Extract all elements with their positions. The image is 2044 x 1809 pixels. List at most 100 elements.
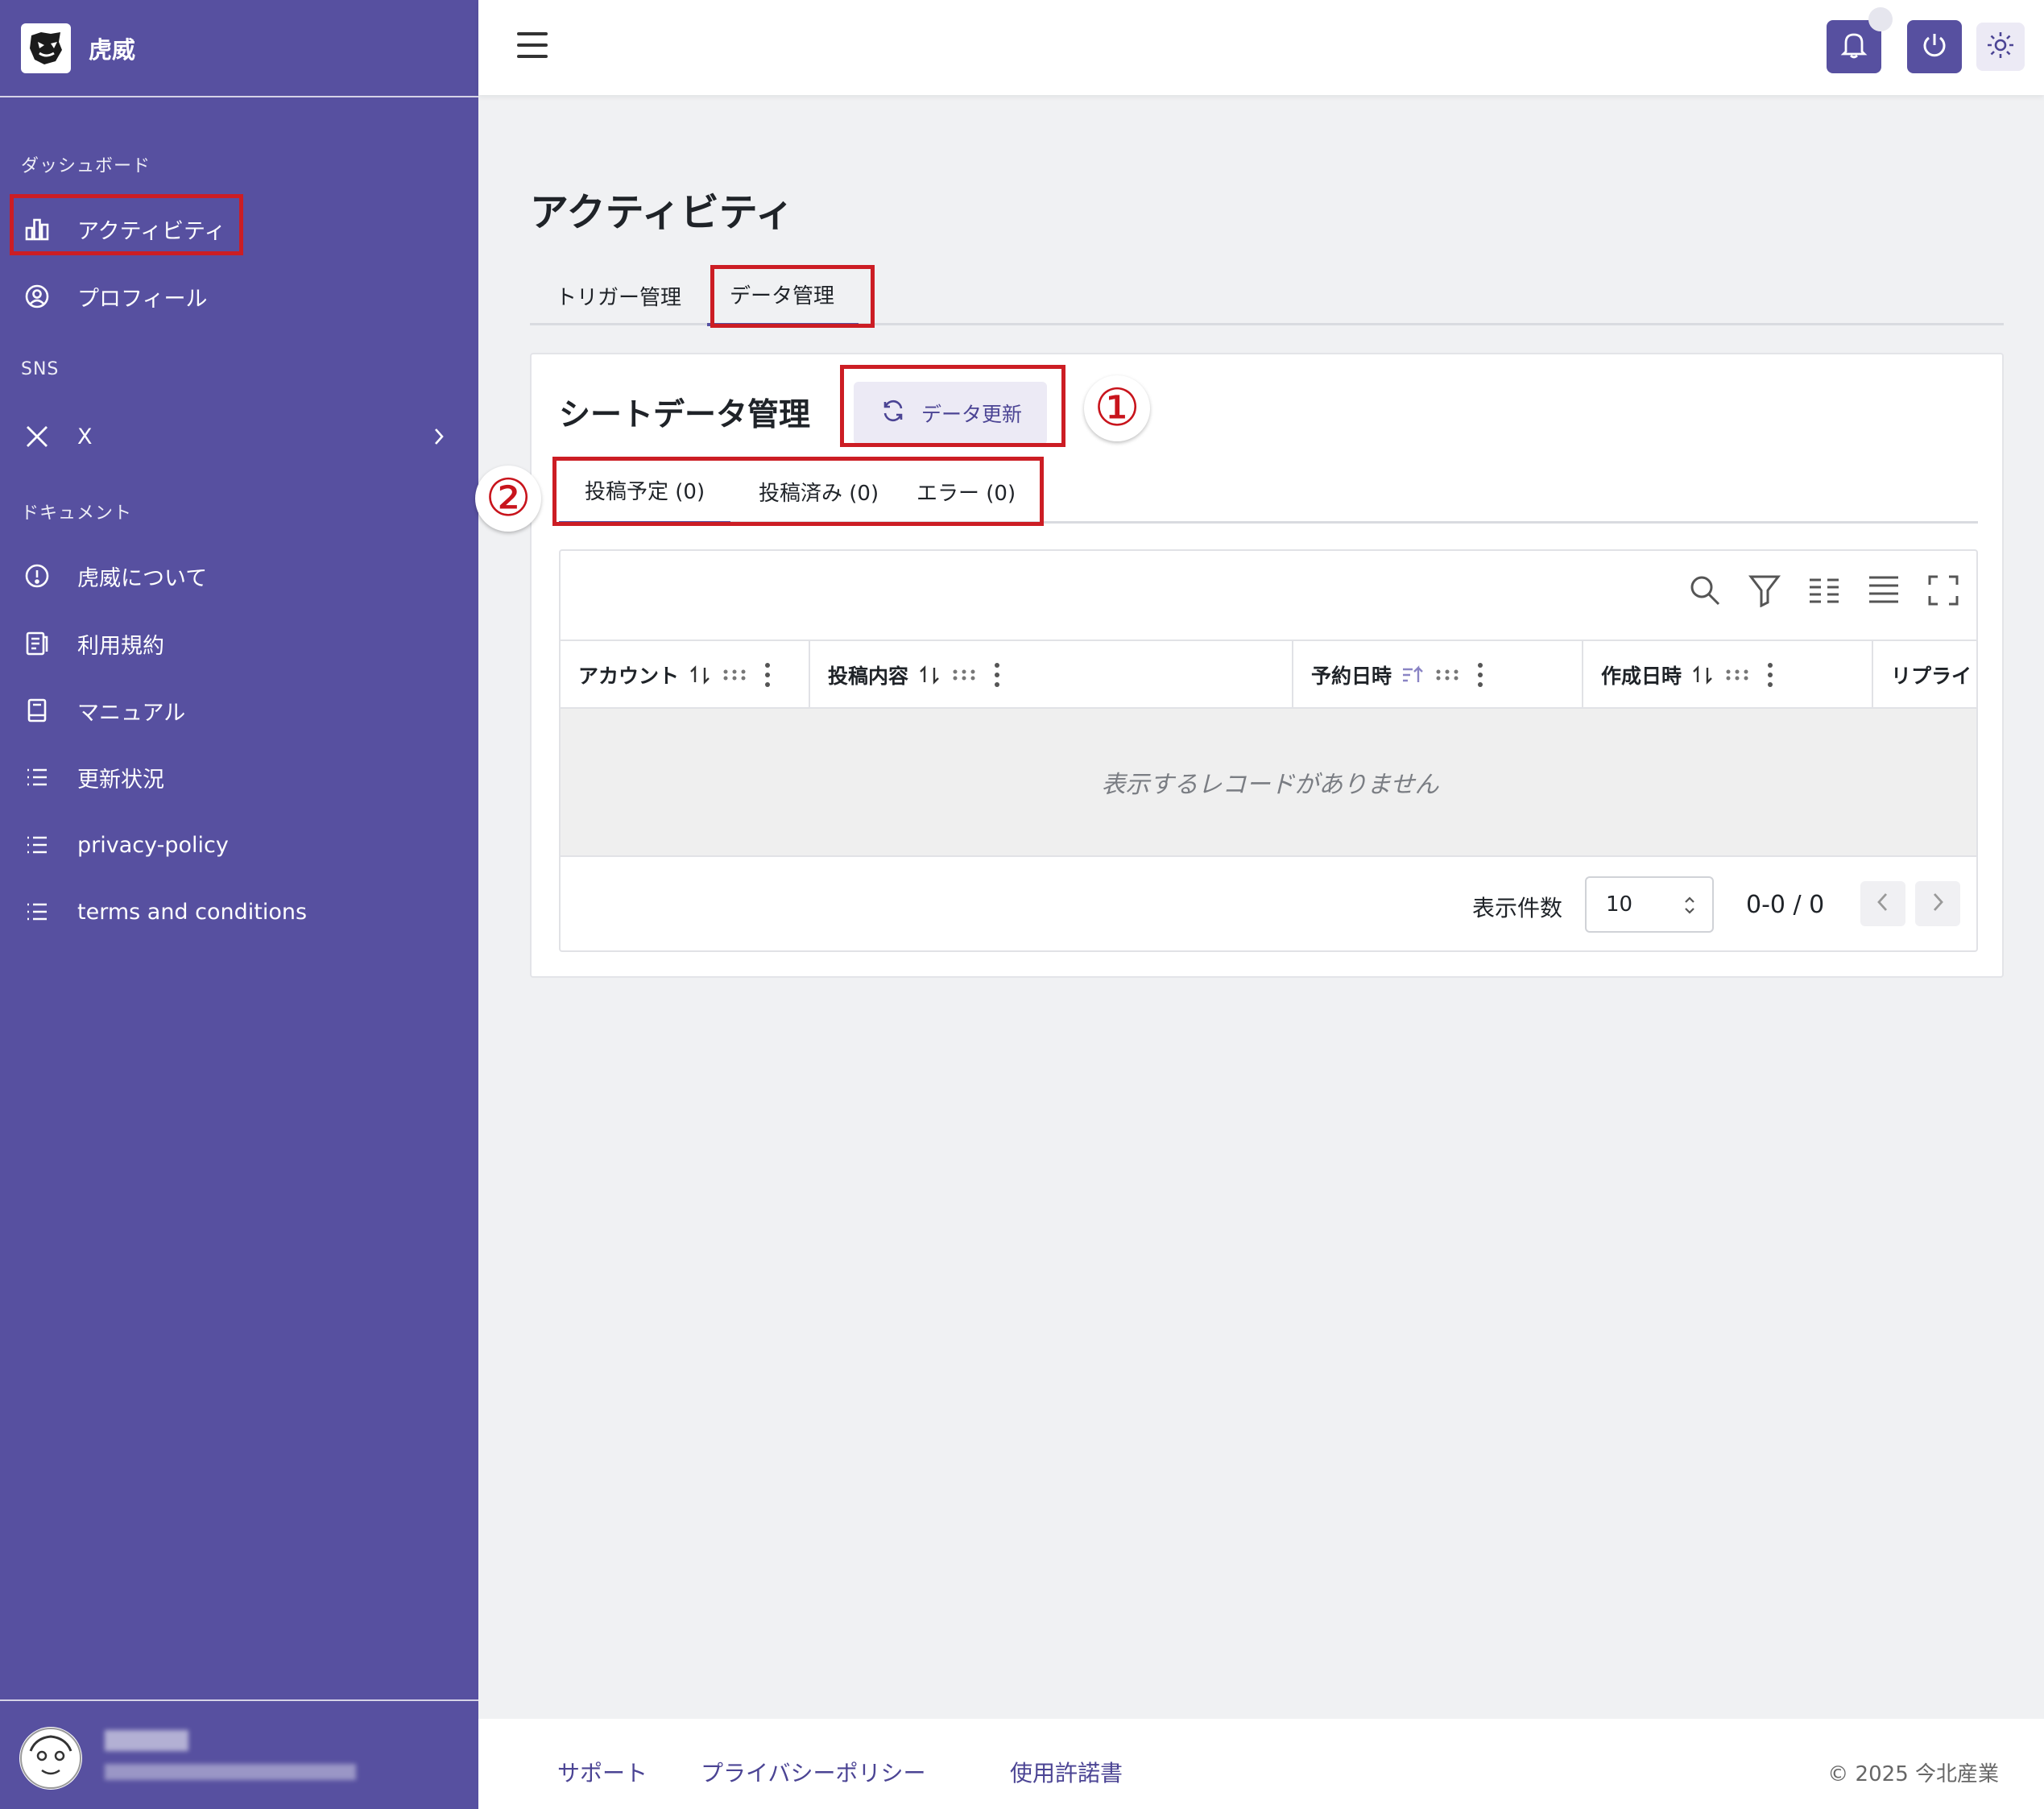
- username-redacted: [105, 1730, 188, 1751]
- sidebar-item-label: マニュアル: [77, 700, 186, 726]
- annotation-box-data-tab: [710, 265, 875, 328]
- filter-icon[interactable]: [1748, 572, 1781, 609]
- column-scheduled-time[interactable]: 予約日時: [1293, 641, 1583, 709]
- section-dashboard: ダッシュボード: [21, 156, 151, 176]
- density-icon[interactable]: [1867, 572, 1901, 609]
- card-title: シートデータ管理: [559, 397, 811, 433]
- footer-link-support[interactable]: サポート: [557, 1756, 648, 1788]
- sun-icon: [1985, 30, 2016, 64]
- rows-per-page-select[interactable]: 10: [1585, 876, 1714, 933]
- column-label: 予約日時: [1311, 664, 1392, 688]
- select-arrows-icon: [1683, 894, 1696, 922]
- list-icon: [23, 830, 52, 859]
- column-menu-icon[interactable]: [1477, 662, 1483, 688]
- sidebar-user[interactable]: [0, 1699, 478, 1809]
- x-logo-icon: [23, 422, 52, 451]
- annotation-box-status-tabs: [552, 457, 1044, 526]
- column-label: リプライ: [1891, 664, 1972, 688]
- document-text-icon: [23, 629, 52, 658]
- bell-icon: [1840, 31, 1868, 63]
- sidebar-item-profile[interactable]: プロフィール: [11, 268, 467, 325]
- sort-ascending-icon[interactable]: [1401, 664, 1424, 685]
- chevron-right-icon: [1930, 891, 1946, 917]
- column-menu-icon[interactable]: [764, 662, 771, 688]
- drag-handle-icon[interactable]: [1435, 669, 1459, 681]
- user-circle-icon: [23, 282, 52, 311]
- table-toolbar: [1688, 572, 1960, 612]
- avatar: [19, 1727, 82, 1790]
- hamburger-menu-icon[interactable]: [517, 32, 548, 58]
- previous-page-button[interactable]: [1860, 881, 1905, 926]
- sidebar-item-label: privacy-policy: [77, 832, 229, 858]
- annotation-badge-1: ①: [1084, 375, 1150, 441]
- columns-icon[interactable]: [1807, 572, 1841, 609]
- top-bar: [478, 0, 2044, 95]
- sidebar-item-terms[interactable]: 利用規約: [11, 615, 467, 672]
- sort-icon[interactable]: [918, 664, 941, 685]
- notifications-button[interactable]: [1827, 7, 1893, 73]
- rows-per-page-value: 10: [1606, 892, 1633, 917]
- sidebar-item-updates[interactable]: 更新状況: [11, 749, 467, 805]
- section-sns: SNS: [21, 359, 60, 379]
- page-title: アクティビティ: [530, 190, 794, 235]
- fullscreen-icon[interactable]: [1926, 572, 1960, 609]
- footer-link-license[interactable]: 使用許諾書: [1010, 1756, 1123, 1788]
- brand[interactable]: 虎威: [0, 0, 478, 97]
- column-label: 投稿内容: [828, 664, 909, 688]
- drag-handle-icon[interactable]: [952, 669, 976, 681]
- rows-per-page-label: 表示件数: [1472, 895, 1563, 921]
- column-created-time[interactable]: 作成日時: [1583, 641, 1873, 709]
- sidebar-item-privacy-policy[interactable]: privacy-policy: [11, 817, 467, 873]
- sidebar-item-manual[interactable]: マニュアル: [11, 682, 467, 739]
- pagination: 表示件数 10 0-0 / 0: [561, 859, 1976, 950]
- tab-trigger-management[interactable]: トリガー管理: [556, 266, 681, 325]
- list-icon: [23, 897, 52, 926]
- table-header: アカウント 投稿内容 予約日時 作成日時 リプライ: [561, 640, 1976, 709]
- sidebar-item-label: 更新状況: [77, 767, 164, 793]
- footer-link-privacy[interactable]: プライバシーポリシー: [701, 1756, 925, 1788]
- sidebar-item-about[interactable]: 虎威について: [11, 548, 467, 604]
- column-label: アカウント: [578, 664, 680, 688]
- sidebar-item-label: プロフィール: [77, 286, 208, 312]
- drag-handle-icon[interactable]: [1725, 669, 1749, 681]
- chevron-right-icon: [432, 426, 446, 453]
- column-reply[interactable]: リプライ: [1873, 641, 1976, 709]
- column-menu-icon[interactable]: [1767, 662, 1773, 688]
- next-page-button[interactable]: [1915, 881, 1960, 926]
- page-range: 0-0 / 0: [1746, 891, 1825, 919]
- sidebar-item-label: terms and conditions: [77, 899, 308, 925]
- list-icon: [23, 763, 52, 792]
- column-post-content[interactable]: 投稿内容: [810, 641, 1293, 709]
- column-label: 作成日時: [1601, 664, 1682, 688]
- email-redacted: [105, 1764, 356, 1780]
- column-menu-icon[interactable]: [994, 662, 1000, 688]
- sidebar-item-terms-and-conditions[interactable]: terms and conditions: [11, 884, 467, 940]
- sidebar-item-label: X: [77, 424, 93, 449]
- theme-toggle-button[interactable]: [1976, 23, 2025, 71]
- sort-icon[interactable]: [689, 664, 711, 685]
- footer: サポート プライバシーポリシー 使用許諾書 © 2025 今北産業: [478, 1719, 2044, 1809]
- annotation-box-activity: [10, 194, 243, 255]
- copyright: © 2025 今北産業: [1827, 1762, 1999, 1786]
- annotation-badge-2: ②: [475, 466, 541, 532]
- brand-name: 虎威: [89, 35, 136, 64]
- annotation-box-refresh: [840, 365, 1065, 447]
- data-table: アカウント 投稿内容 予約日時 作成日時 リプライ 表示するレコードがありません…: [559, 549, 1978, 952]
- search-icon[interactable]: [1688, 572, 1722, 609]
- chevron-left-icon: [1875, 891, 1891, 917]
- drag-handle-icon[interactable]: [722, 669, 747, 681]
- info-circle-icon: [23, 561, 52, 590]
- section-docs: ドキュメント: [21, 503, 133, 524]
- power-icon: [1920, 31, 1949, 63]
- sort-icon[interactable]: [1691, 664, 1714, 685]
- sheet-data-card: シートデータ管理 データ更新 投稿予定 (0) 投稿済み (0) エラー (0): [530, 353, 2004, 978]
- book-icon: [23, 696, 52, 725]
- sidebar-item-label: 利用規約: [77, 633, 164, 659]
- sidebar-item-label: 虎威について: [77, 565, 208, 591]
- tiger-logo-icon: [21, 23, 71, 73]
- notification-dot: [1868, 7, 1893, 31]
- empty-message: 表示するレコードがありません: [561, 709, 1976, 857]
- column-account[interactable]: アカウント: [561, 641, 810, 709]
- logout-button[interactable]: [1907, 20, 1962, 73]
- sidebar-item-x[interactable]: X: [11, 408, 467, 465]
